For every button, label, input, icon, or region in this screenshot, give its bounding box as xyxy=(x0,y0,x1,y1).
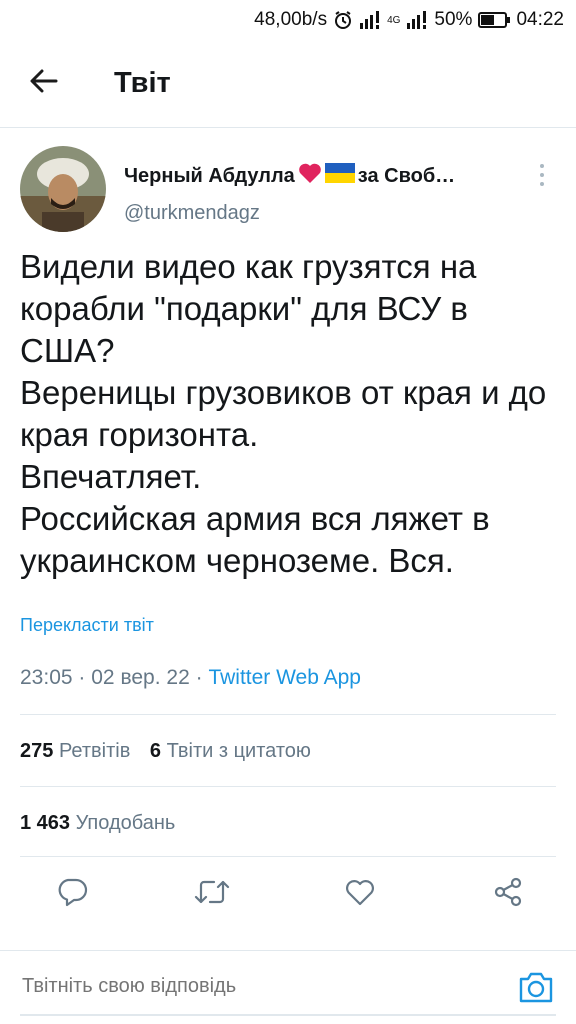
more-dot-icon xyxy=(540,164,544,168)
reply-icon xyxy=(56,877,88,912)
author-name-text: Черный Абдулла xyxy=(124,164,295,187)
retweet-stats: 275 Ретвітів 6 Твіти з цитатою xyxy=(20,740,325,763)
tweet-line: Вереницы грузовиков от края и до края го… xyxy=(20,374,547,453)
tweet-author: Черный Абдулла за Своб… @turkmendagz xyxy=(20,146,560,236)
author-handle[interactable]: @turkmendagz xyxy=(124,202,260,225)
divider xyxy=(20,856,556,857)
status-bar: 48,00b/s 4G 50% 04:22 xyxy=(0,0,576,40)
tweet-source-link[interactable]: Twitter Web App xyxy=(208,666,361,689)
like-stats: 1 463 Уподобань xyxy=(20,812,189,835)
tweet-line: Российская армия вся ляжет в украинском … xyxy=(20,500,490,579)
reply-bar xyxy=(0,950,576,1024)
network-type: 4G xyxy=(387,14,401,26)
retweets-stat[interactable]: 275 Ретвітів xyxy=(20,740,130,762)
author-name[interactable]: Черный Абдулла за Своб… xyxy=(124,162,455,190)
back-button[interactable] xyxy=(14,54,74,114)
avatar[interactable] xyxy=(20,146,106,232)
retweet-icon xyxy=(194,878,230,911)
more-options-button[interactable] xyxy=(530,160,554,190)
camera-button[interactable] xyxy=(516,967,556,1007)
tweet-line: Впечатляет. xyxy=(20,458,202,495)
battery-percent: 50% xyxy=(434,9,473,30)
likes-label: Уподобань xyxy=(75,812,176,834)
retweets-label: Ретвітів xyxy=(58,740,131,762)
battery-icon xyxy=(478,12,511,28)
likes-count: 1 463 xyxy=(20,812,71,834)
share-button[interactable] xyxy=(486,872,530,916)
author-name-suffix: за Своб… xyxy=(357,164,456,187)
alarm-icon xyxy=(333,10,353,30)
arrow-left-icon xyxy=(30,69,58,98)
page-title: Твіт xyxy=(114,67,171,99)
tweet-meta: 23:05 · 02 вер. 22 · Twitter Web App xyxy=(20,666,361,690)
clock: 04:22 xyxy=(516,9,564,30)
heart-emoji-icon xyxy=(298,162,322,190)
quotes-stat[interactable]: 6 Твіти з цитатою xyxy=(150,740,311,762)
like-button[interactable] xyxy=(338,872,382,916)
ukraine-flag-icon xyxy=(324,163,355,189)
tweet-time: 23:05 xyxy=(20,666,73,689)
likes-stat[interactable]: 1 463 Уподобань xyxy=(20,812,175,834)
reply-input[interactable] xyxy=(22,969,492,1003)
tweet-actions xyxy=(20,872,556,916)
more-dot-icon xyxy=(540,182,544,186)
translate-tweet-link[interactable]: Перекласти твіт xyxy=(20,615,154,636)
tweet-line: Видели видео как грузятся на корабли "по… xyxy=(20,248,477,369)
signal-icon xyxy=(406,11,428,29)
retweets-count: 275 xyxy=(20,740,54,762)
quotes-count: 6 xyxy=(149,740,162,762)
more-dot-icon xyxy=(540,173,544,177)
reply-underline xyxy=(20,1014,556,1016)
retweet-button[interactable] xyxy=(190,872,234,916)
meta-separator: · xyxy=(195,666,203,689)
like-icon xyxy=(344,877,376,912)
tweet-date: 02 вер. 22 xyxy=(91,666,190,689)
top-bar: Твіт xyxy=(0,40,576,128)
reply-button[interactable] xyxy=(50,872,94,916)
share-icon xyxy=(492,876,524,913)
network-speed: 48,00b/s xyxy=(254,9,328,30)
signal-icon xyxy=(359,11,381,29)
tweet-text: Видели видео как грузятся на корабли "по… xyxy=(20,246,560,582)
divider xyxy=(20,786,556,787)
quotes-label: Твіти з цитатою xyxy=(166,740,311,762)
meta-separator: · xyxy=(78,666,86,689)
camera-icon xyxy=(516,972,556,1011)
divider xyxy=(20,714,556,715)
